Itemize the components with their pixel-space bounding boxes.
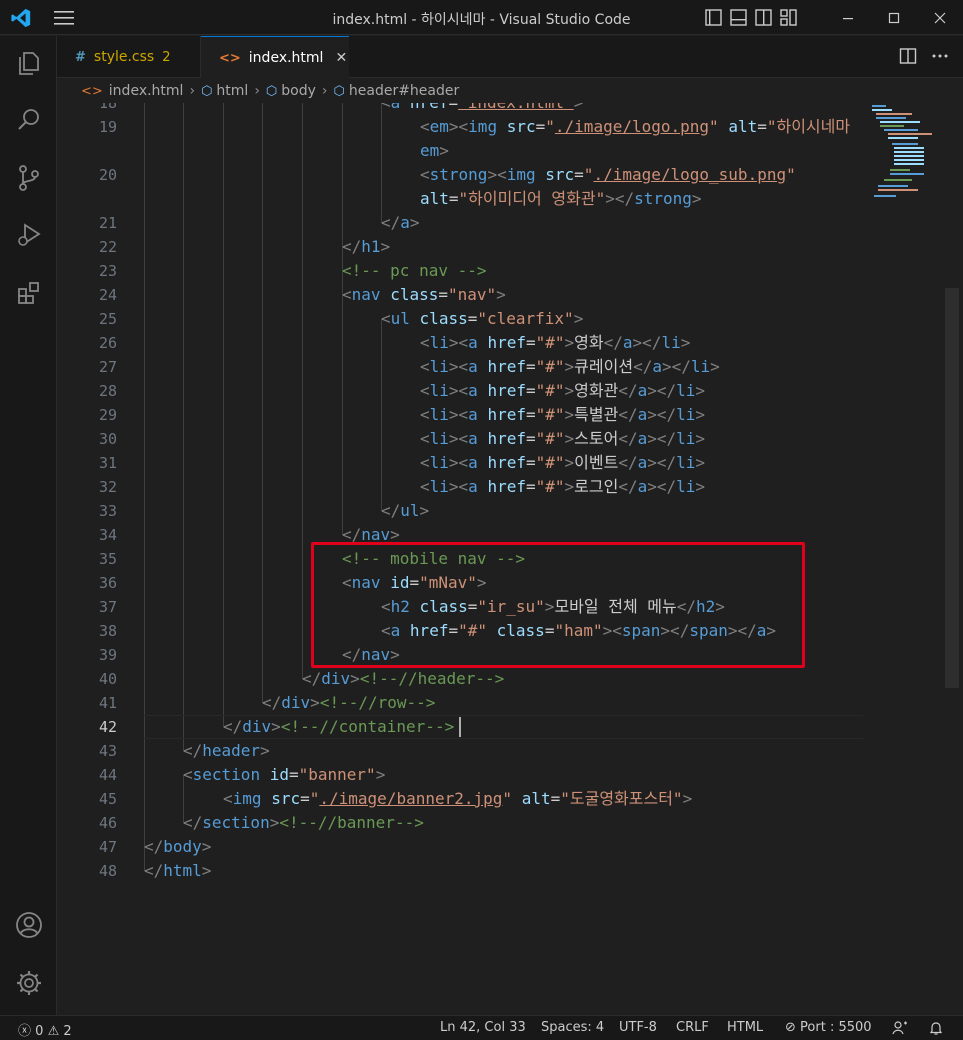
feedback-icon[interactable]	[892, 1020, 908, 1040]
code-line-43: </header>	[183, 741, 270, 760]
code-line-30: <li><a href="#">스토어</a></li>	[420, 429, 706, 448]
explorer-icon[interactable]	[12, 46, 46, 80]
html-file-icon: <>	[219, 50, 241, 66]
code-line-47: </body>	[144, 837, 212, 856]
code-line-33: </ul>	[381, 501, 430, 520]
element-symbol-icon: ⬡	[333, 83, 345, 99]
encoding[interactable]: UTF-8	[619, 1020, 657, 1035]
code-line-25: <ul class="clearfix">	[381, 309, 584, 328]
tab-label: style.css	[93, 49, 155, 65]
code-line-20-wrap: alt="하이미디어 영화관"></strong>	[420, 189, 702, 208]
problems-indicator[interactable]: ⓧ 0 ⚠ 2	[18, 1020, 72, 1039]
text-cursor	[459, 717, 461, 737]
element-symbol-icon: ⬡	[265, 83, 278, 99]
toggle-panel-icon[interactable]	[729, 8, 748, 27]
indentation[interactable]: Spaces: 4	[541, 1020, 604, 1035]
source-control-icon[interactable]	[12, 161, 46, 195]
code-line-19: <em><img src="./image/logo.png" alt="하이시…	[420, 117, 851, 136]
status-bar: ⓧ 0 ⚠ 2 Ln 42, Col 33 Spaces: 4 UTF-8 CR…	[0, 1015, 963, 1040]
activity-bar	[0, 36, 57, 1015]
code-line: <a href="index.html">	[381, 103, 583, 115]
code-line-46: </section><!--//banner-->	[183, 813, 424, 832]
toggle-secondary-sidebar-icon[interactable]	[754, 8, 773, 27]
code-editor[interactable]: 18 19 20 21 22 23 24 25 26 27 28 29 30 3…	[57, 103, 963, 1000]
close-window-button[interactable]	[917, 0, 963, 35]
close-tab-icon[interactable]: ✕	[335, 50, 347, 66]
toggle-primary-sidebar-icon[interactable]	[704, 8, 723, 27]
code-line-21: </a>	[381, 213, 420, 232]
breadcrumb-item-body[interactable]: body	[281, 83, 316, 99]
settings-gear-icon[interactable]	[12, 966, 46, 1000]
language-mode[interactable]: HTML	[727, 1020, 763, 1035]
code-line-22: </h1>	[342, 237, 391, 256]
extensions-icon[interactable]	[12, 276, 46, 310]
code-line-40: </div><!--//header-->	[302, 669, 505, 688]
chevron-right-icon: ›	[321, 83, 328, 99]
error-icon: ⓧ	[18, 1024, 32, 1039]
element-symbol-icon: ⬡	[201, 83, 213, 99]
minimap[interactable]	[864, 103, 944, 223]
live-server-port[interactable]: ⊘ Port : 5500	[785, 1020, 872, 1035]
breadcrumb-item-header[interactable]: header#header	[349, 83, 459, 99]
minimize-button[interactable]	[825, 0, 871, 35]
editor-tab-bar: # style.css 2 <> index.html ✕	[57, 36, 963, 79]
code-line-42: </div><!--//container-->	[223, 717, 455, 736]
code-line-19-wrap: em>	[420, 141, 449, 160]
code-line-28: <li><a href="#">영화관</a></li>	[420, 381, 706, 400]
title-bar: index.html - 하이시네마 - Visual Studio Code	[0, 0, 963, 35]
run-debug-icon[interactable]	[12, 218, 46, 252]
customize-layout-icon[interactable]	[779, 8, 798, 27]
more-actions-icon[interactable]	[931, 47, 949, 69]
maximize-button[interactable]	[871, 0, 917, 35]
code-line-48: </html>	[144, 861, 212, 880]
tab-index-html[interactable]: <> index.html ✕	[201, 36, 349, 79]
code-line-32: <li><a href="#">로그인</a></li>	[420, 477, 706, 496]
split-editor-icon[interactable]	[899, 47, 917, 69]
notifications-bell-icon[interactable]	[928, 1020, 944, 1040]
code-line-20: <strong><img src="./image/logo_sub.png"	[420, 165, 796, 184]
cursor-position[interactable]: Ln 42, Col 33	[440, 1020, 526, 1035]
css-file-icon: #	[75, 49, 86, 65]
code-line-23: <!-- pc nav -->	[342, 261, 487, 280]
warning-count: 2	[63, 1024, 72, 1039]
error-count: 0	[35, 1024, 44, 1039]
code-line-29: <li><a href="#">특별관</a></li>	[420, 405, 706, 424]
breadcrumb: <> index.html › ⬡ html › ⬡ body › ⬡ head…	[57, 79, 963, 103]
window-title: index.html - 하이시네마 - Visual Studio Code	[332, 12, 631, 28]
code-line-24: <nav class="nav">	[342, 285, 506, 304]
tab-style-css[interactable]: # style.css 2	[57, 36, 201, 78]
problem-count-badge: 2	[162, 49, 171, 65]
tab-label: index.html	[248, 50, 324, 66]
code-line-31: <li><a href="#">이벤트</a></li>	[420, 453, 706, 472]
html-file-icon: <>	[81, 83, 103, 99]
port-icon: ⊘	[785, 1020, 796, 1035]
code-line-45: <img src="./image/banner2.jpg" alt="도굴영화…	[223, 789, 693, 808]
breadcrumb-item-file[interactable]: index.html	[109, 83, 184, 99]
chevron-right-icon: ›	[189, 83, 196, 99]
accounts-icon[interactable]	[12, 908, 46, 942]
annotation-highlight-box	[311, 542, 805, 668]
breadcrumb-item-html[interactable]: html	[216, 83, 248, 99]
warning-icon: ⚠	[47, 1024, 60, 1039]
code-line-27: <li><a href="#">큐레이션</a></li>	[420, 357, 720, 376]
code-line-26: <li><a href="#">영화</a></li>	[420, 333, 691, 352]
end-of-line[interactable]: CRLF	[676, 1020, 709, 1035]
vertical-scrollbar[interactable]	[945, 288, 959, 688]
chevron-right-icon: ›	[254, 83, 260, 99]
code-line-41: </div><!--//row-->	[262, 693, 436, 712]
search-icon[interactable]	[12, 103, 46, 137]
code-line-44: <section id="banner">	[183, 765, 386, 784]
